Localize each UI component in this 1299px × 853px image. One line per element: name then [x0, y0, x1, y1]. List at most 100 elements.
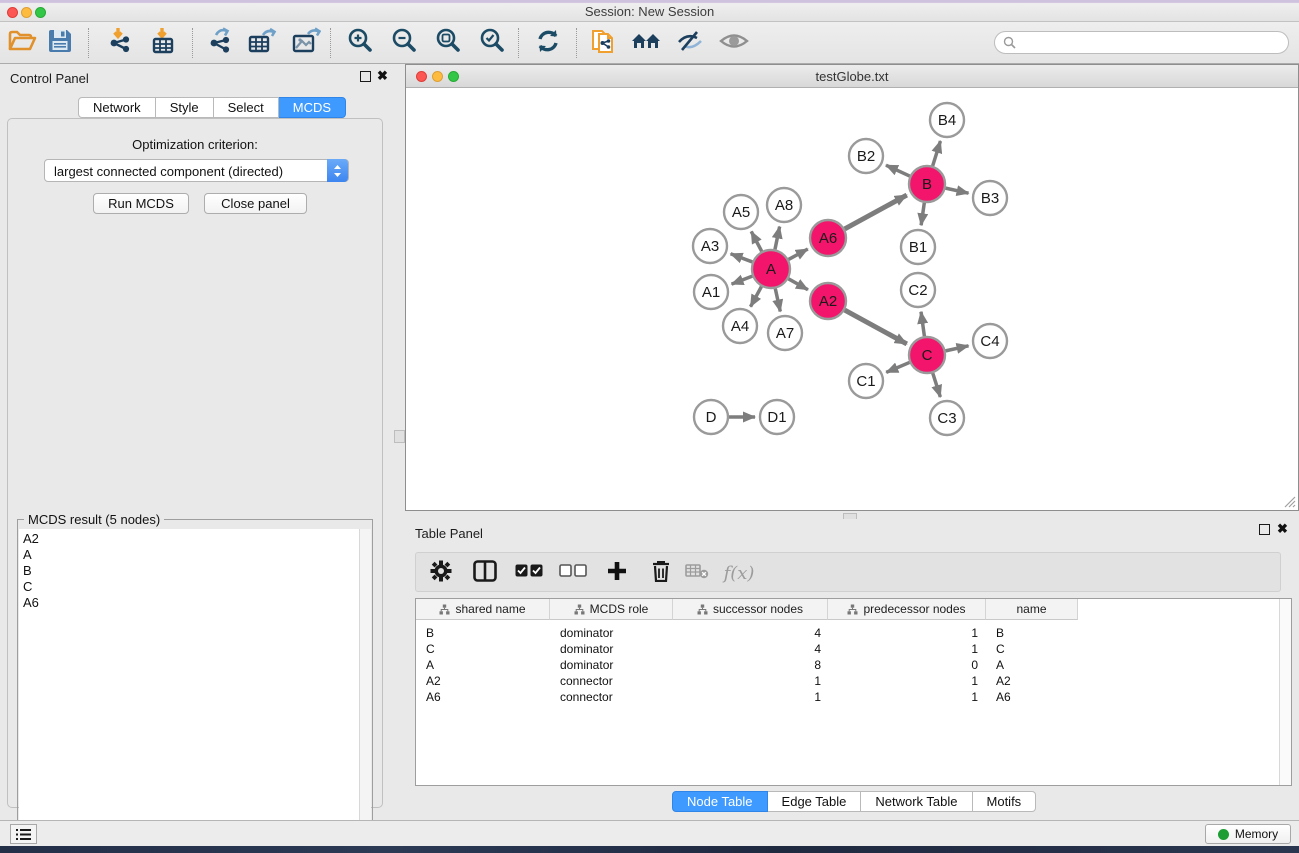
- graph-edge-A-A8[interactable]: [775, 227, 780, 250]
- network-graph[interactable]: AA1A2A3A4A5A6A7A8BB1B2B3B4CC1C2C3C4DD1: [406, 88, 1298, 510]
- network-from-file-button[interactable]: [588, 28, 620, 58]
- list-item[interactable]: A6: [23, 595, 357, 611]
- graph-edge-A-A6[interactable]: [789, 249, 808, 259]
- graph-edge-C-C2[interactable]: [921, 312, 924, 336]
- open-session-button[interactable]: [6, 28, 38, 58]
- home-networks-button[interactable]: [630, 28, 662, 58]
- network-canvas[interactable]: AA1A2A3A4A5A6A7A8BB1B2B3B4CC1C2C3C4DD1: [406, 88, 1298, 510]
- table-settings-button[interactable]: [424, 558, 458, 588]
- graph-edge-A-A1[interactable]: [732, 276, 753, 284]
- table-cell[interactable]: 4: [673, 641, 821, 657]
- zoom-selected-button[interactable]: [476, 28, 508, 58]
- graph-edge-B-B1[interactable]: [921, 203, 924, 225]
- close-panel-button[interactable]: Close panel: [204, 193, 307, 214]
- task-history-button[interactable]: [10, 824, 37, 844]
- zoom-in-button[interactable]: [344, 28, 376, 58]
- close-table-panel-icon[interactable]: ✖: [1277, 521, 1288, 537]
- export-table-button[interactable]: [246, 28, 278, 58]
- graph-edge-A-A3[interactable]: [731, 254, 753, 262]
- table-cell[interactable]: A6: [426, 689, 441, 705]
- table-cell[interactable]: C: [996, 641, 1005, 657]
- graph-edge-B-B2[interactable]: [886, 165, 910, 176]
- list-item[interactable]: A: [23, 547, 357, 563]
- tab-style[interactable]: Style: [156, 97, 214, 118]
- graph-edge-C-C1[interactable]: [886, 362, 909, 372]
- table-cell[interactable]: 4: [673, 625, 821, 641]
- save-session-button[interactable]: [44, 28, 76, 58]
- memory-button[interactable]: Memory: [1205, 824, 1291, 844]
- resize-grip-icon[interactable]: [1282, 494, 1296, 508]
- show-graphics-button[interactable]: [718, 28, 750, 58]
- search-input[interactable]: [1023, 34, 1278, 51]
- close-panel-icon[interactable]: ✖: [377, 68, 388, 84]
- graph-edge-A-A4[interactable]: [751, 287, 762, 307]
- graph-edge-C-C4[interactable]: [946, 346, 969, 351]
- select-all-rows-button[interactable]: [512, 558, 546, 588]
- graph-edge-A-A2[interactable]: [788, 279, 808, 290]
- delete-column-button[interactable]: [644, 558, 678, 588]
- table-cell[interactable]: 1: [828, 641, 978, 657]
- column-header-mcds-role[interactable]: MCDS role: [550, 599, 673, 620]
- export-image-button[interactable]: [290, 28, 322, 58]
- list-item[interactable]: C: [23, 579, 357, 595]
- search-field[interactable]: [994, 31, 1289, 54]
- column-header-shared-name[interactable]: shared name: [416, 599, 550, 620]
- delete-table-button[interactable]: [680, 558, 714, 588]
- tab-mcds[interactable]: MCDS: [279, 97, 346, 118]
- hide-ui-button[interactable]: [674, 28, 706, 58]
- list-item[interactable]: B: [23, 563, 357, 579]
- table-cell[interactable]: dominator: [560, 641, 613, 657]
- show-columns-button[interactable]: [468, 558, 502, 588]
- tab-edge-table[interactable]: Edge Table: [768, 791, 862, 812]
- tab-network[interactable]: Network: [78, 97, 156, 118]
- node-table[interactable]: shared name MCDS role successor nodes pr…: [415, 598, 1292, 786]
- deselect-all-rows-button[interactable]: [556, 558, 590, 588]
- apply-layout-button[interactable]: [532, 28, 564, 58]
- table-cell[interactable]: 1: [828, 673, 978, 689]
- table-scrollbar[interactable]: [1279, 599, 1291, 785]
- float-panel-icon[interactable]: [360, 71, 371, 82]
- table-cell[interactable]: 1: [828, 689, 978, 705]
- table-cell[interactable]: B: [996, 625, 1004, 641]
- table-cell[interactable]: 8: [673, 657, 821, 673]
- graph-edge-A6-B[interactable]: [845, 195, 907, 229]
- import-network-button[interactable]: [104, 28, 136, 58]
- column-header-predecessor-nodes[interactable]: predecessor nodes: [828, 599, 986, 620]
- table-cell[interactable]: 0: [828, 657, 978, 673]
- table-cell[interactable]: B: [426, 625, 434, 641]
- column-header-successor-nodes[interactable]: successor nodes: [673, 599, 828, 620]
- tab-node-table[interactable]: Node Table: [672, 791, 768, 812]
- table-cell[interactable]: dominator: [560, 625, 613, 641]
- import-table-button[interactable]: [148, 28, 180, 58]
- graph-edge-B-B4[interactable]: [933, 141, 941, 166]
- table-cell[interactable]: A: [996, 657, 1004, 673]
- criterion-dropdown[interactable]: largest connected component (directed): [44, 159, 349, 182]
- table-cell[interactable]: C: [426, 641, 435, 657]
- tab-select[interactable]: Select: [214, 97, 279, 118]
- tab-motifs[interactable]: Motifs: [973, 791, 1037, 812]
- table-cell[interactable]: A: [426, 657, 434, 673]
- create-column-button[interactable]: [600, 558, 634, 588]
- graph-edge-A2-C[interactable]: [845, 310, 907, 344]
- graph-edge-A-A7[interactable]: [775, 289, 780, 312]
- table-cell[interactable]: 1: [673, 689, 821, 705]
- zoom-fit-button[interactable]: [432, 28, 464, 58]
- list-item[interactable]: A2: [23, 531, 357, 547]
- table-cell[interactable]: dominator: [560, 657, 613, 673]
- table-cell[interactable]: 1: [828, 625, 978, 641]
- network-window-titlebar[interactable]: testGlobe.txt: [406, 65, 1298, 88]
- column-header-name[interactable]: name: [986, 599, 1078, 620]
- table-cell[interactable]: connector: [560, 689, 613, 705]
- export-network-button[interactable]: [204, 28, 236, 58]
- function-builder-button[interactable]: f(x): [722, 558, 756, 588]
- graph-edge-C-C3[interactable]: [933, 373, 941, 397]
- table-cell[interactable]: connector: [560, 673, 613, 689]
- run-mcds-button[interactable]: Run MCDS: [93, 193, 189, 214]
- table-cell[interactable]: A2: [996, 673, 1011, 689]
- graph-edge-A-A5[interactable]: [751, 231, 761, 251]
- table-cell[interactable]: A6: [996, 689, 1011, 705]
- zoom-out-button[interactable]: [388, 28, 420, 58]
- table-cell[interactable]: A2: [426, 673, 441, 689]
- float-table-panel-icon[interactable]: [1259, 524, 1270, 535]
- result-scrollbar[interactable]: [359, 529, 371, 853]
